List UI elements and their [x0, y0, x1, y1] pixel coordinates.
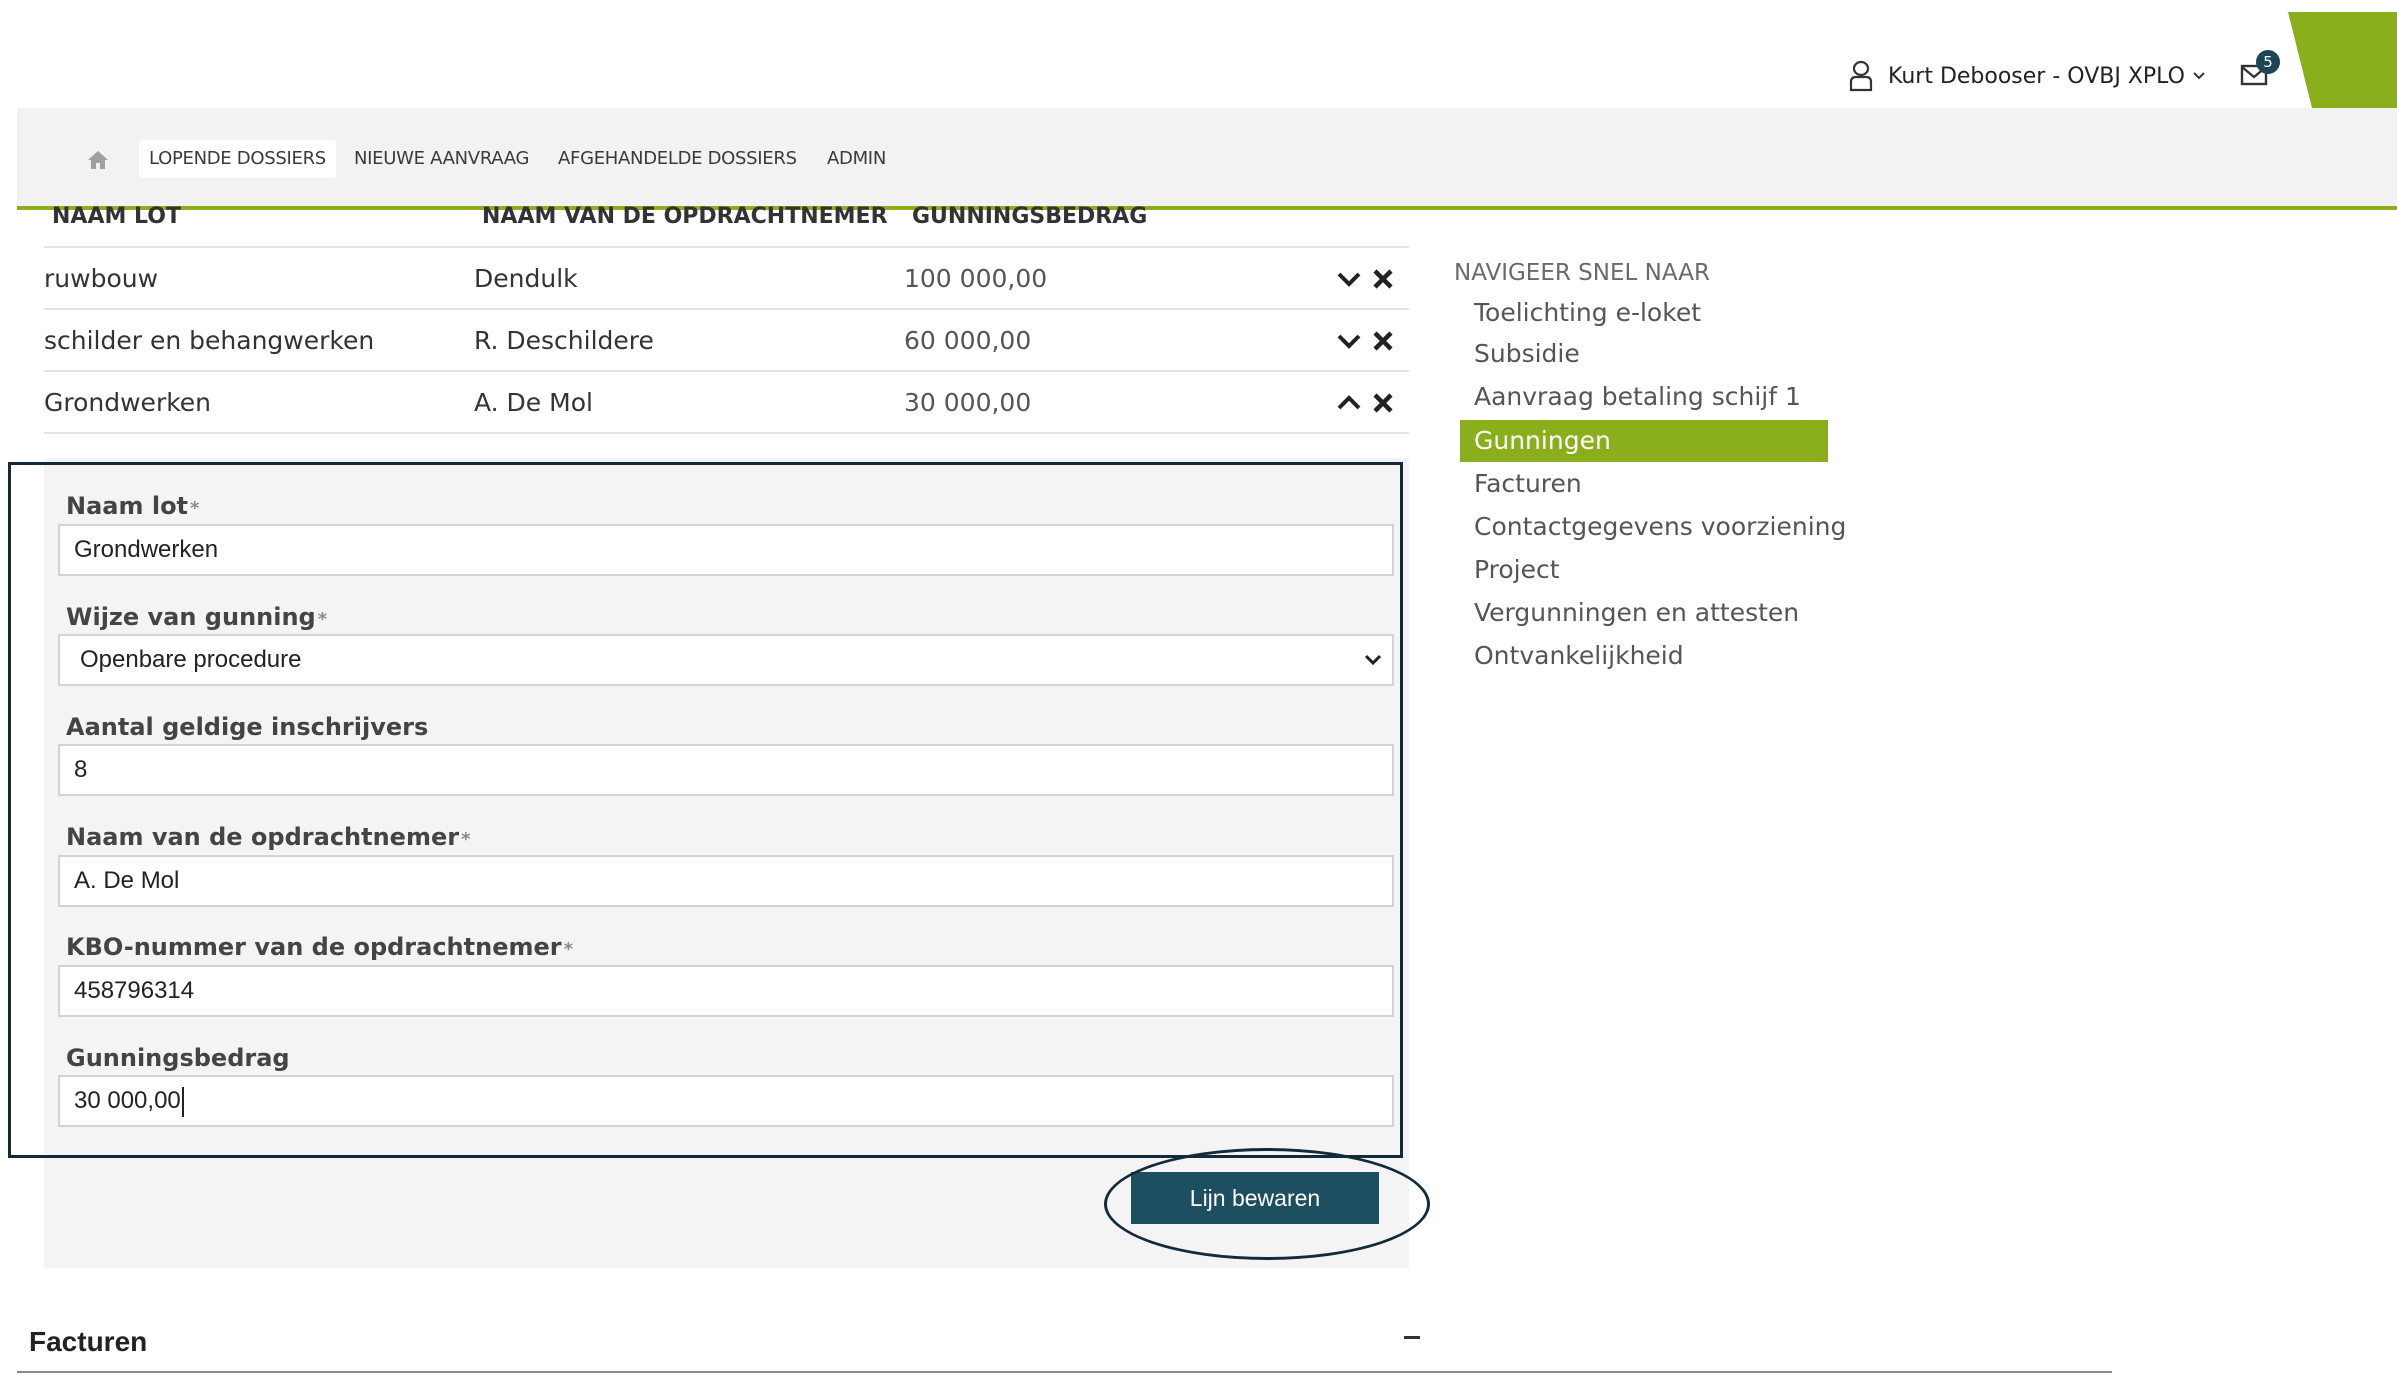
label-wijze-van-gunning: Wijze van gunning *	[66, 603, 327, 631]
facturen-section-title: Facturen	[29, 1326, 148, 1357]
chevron-up-icon[interactable]	[1336, 390, 1362, 416]
mail-count-badge: 5	[2256, 50, 2280, 74]
user-name: Kurt Debooser - OVBJ XPLO	[1888, 63, 2185, 89]
nav-afgehandelde-dossiers[interactable]: AFGEHANDELDE DOSSIERS	[548, 140, 807, 178]
label-text: Wijze van gunning	[66, 603, 316, 631]
wijze-van-gunning-select[interactable]: Openbare procedure	[58, 634, 1394, 686]
save-line-button[interactable]: Lijn bewaren	[1131, 1172, 1379, 1224]
opdrachtnemer-input[interactable]: A. De Mol	[58, 855, 1394, 907]
column-header-opdrachtnemer: NAAM VAN DE OPDRACHTNEMER	[482, 204, 888, 228]
cell-opdrachtnemer: A. De Mol	[474, 388, 593, 417]
label-text: Gunningsbedrag	[66, 1044, 290, 1072]
label-aantal-inschrijvers: Aantal geldige inschrijvers	[66, 713, 428, 741]
required-mark: *	[563, 939, 574, 960]
chevron-down-icon	[2193, 72, 2205, 80]
delete-icon[interactable]	[1370, 390, 1396, 416]
quick-nav-contactgegevens[interactable]: Contactgegevens voorziening	[1460, 506, 1846, 548]
chevron-down-icon	[1364, 654, 1382, 666]
collapse-icon[interactable]	[1404, 1336, 1420, 1339]
user-menu[interactable]: Kurt Debooser - OVBJ XPLO	[1848, 60, 2207, 92]
required-mark: *	[190, 498, 200, 519]
cell-naam-lot: ruwbouw	[44, 264, 159, 293]
table-row: schilder en behangwerken R. Deschildere …	[44, 310, 1409, 372]
cell-naam-lot: schilder en behangwerken	[44, 326, 375, 355]
nav-admin[interactable]: ADMIN	[817, 140, 896, 178]
quick-nav-toelichting[interactable]: Toelichting e-loket	[1460, 292, 1828, 334]
column-header-gunningsbedrag: GUNNINGSBEDRAG	[912, 204, 1148, 228]
gunningsbedrag-input[interactable]: 30 000,00	[58, 1075, 1394, 1127]
kbo-nummer-input[interactable]: 458796314	[58, 965, 1394, 1017]
table-row: ruwbouw Dendulk 100 000,00	[44, 248, 1409, 310]
cell-bedrag: 100 000,00	[904, 264, 1048, 293]
label-text: Naam van de opdrachtnemer	[66, 823, 460, 851]
cell-bedrag: 60 000,00	[904, 326, 1032, 355]
main-nav: LOPENDE DOSSIERS NIEUWE AANVRAAG AFGEHAN…	[17, 108, 2397, 210]
chevron-down-icon[interactable]	[1336, 328, 1362, 354]
label-gunningsbedrag: Gunningsbedrag	[66, 1044, 290, 1072]
required-mark: *	[461, 829, 471, 850]
brand-corner	[2288, 12, 2397, 108]
quick-nav-ontvankelijkheid[interactable]: Ontvankelijkheid	[1460, 635, 1828, 677]
quick-nav-title: NAVIGEER SNEL NAAR	[1454, 260, 1710, 286]
nav-nieuwe-aanvraag[interactable]: NIEUWE AANVRAAG	[344, 140, 539, 178]
delete-icon[interactable]	[1370, 328, 1396, 354]
required-mark: *	[317, 609, 328, 630]
text-caret	[181, 1086, 184, 1117]
cell-naam-lot: Grondwerken	[44, 388, 212, 417]
table-row: Grondwerken A. De Mol 30 000,00	[44, 372, 1409, 434]
quick-nav-facturen[interactable]: Facturen	[1460, 463, 1828, 505]
cell-opdrachtnemer: Dendulk	[474, 264, 578, 293]
select-value: Openbare procedure	[80, 646, 302, 673]
quick-nav-project[interactable]: Project	[1460, 549, 1828, 591]
section-divider	[17, 1371, 2112, 1373]
label-naam-lot: Naam lot *	[66, 492, 199, 520]
aantal-inschrijvers-input[interactable]: 8	[58, 744, 1394, 796]
quick-nav-gunningen[interactable]: Gunningen	[1460, 420, 1828, 462]
top-bar: Kurt Debooser - OVBJ XPLO 5	[0, 0, 2397, 108]
home-icon[interactable]	[87, 150, 109, 170]
quick-nav-vergunningen[interactable]: Vergunningen en attesten	[1460, 592, 1828, 634]
input-value: 30 000,00	[74, 1087, 181, 1114]
label-opdrachtnemer: Naam van de opdrachtnemer *	[66, 823, 471, 851]
chevron-down-icon[interactable]	[1336, 266, 1362, 292]
label-text: Aantal geldige inschrijvers	[66, 713, 429, 741]
naam-lot-input[interactable]: Grondwerken	[58, 524, 1394, 576]
label-text: KBO-nummer van de opdrachtnemer	[66, 933, 562, 961]
cell-opdrachtnemer: R. Deschildere	[474, 326, 654, 355]
quick-nav-aanvraag-betaling[interactable]: Aanvraag betaling schijf 1	[1460, 376, 1828, 418]
delete-icon[interactable]	[1370, 266, 1396, 292]
label-kbo-nummer: KBO-nummer van de opdrachtnemer *	[66, 933, 573, 961]
column-header-naam-lot: NAAM LOT	[52, 204, 181, 228]
label-text: Naam lot	[66, 492, 189, 520]
user-icon	[1849, 60, 1873, 92]
cell-bedrag: 30 000,00	[904, 388, 1032, 417]
quick-nav-subsidie[interactable]: Subsidie	[1460, 333, 1828, 375]
nav-lopende-dossiers[interactable]: LOPENDE DOSSIERS	[139, 140, 336, 178]
